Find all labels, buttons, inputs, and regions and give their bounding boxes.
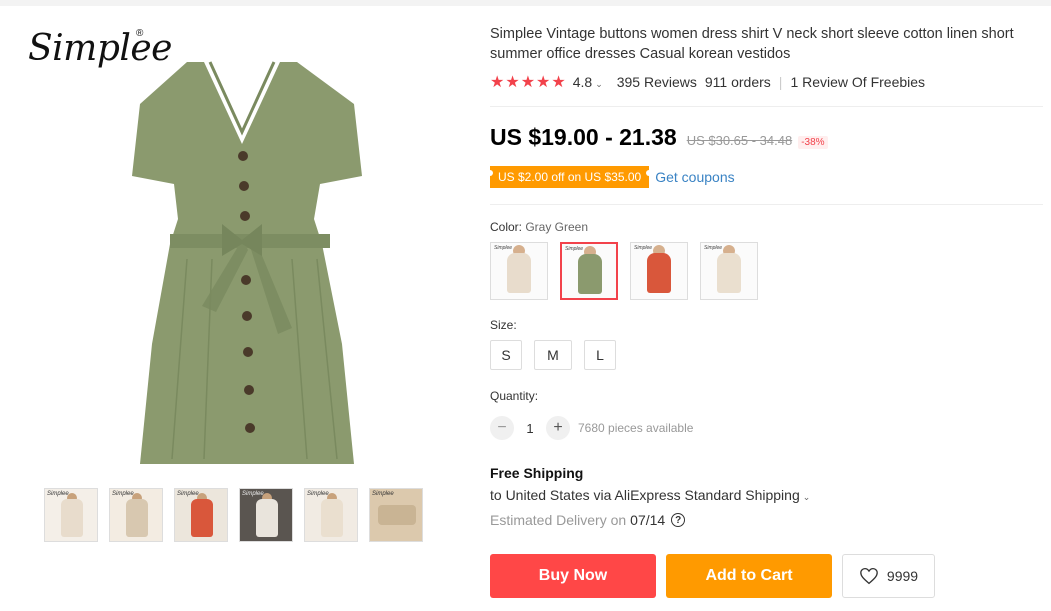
estimated-delivery: Estimated Delivery on 07/14 ? bbox=[490, 512, 686, 528]
thumbnail-strip: Simplee Simplee Simplee Simplee Simplee … bbox=[44, 488, 434, 544]
thumbnail-dress bbox=[191, 499, 213, 537]
swatch-logo: Simplee bbox=[704, 245, 723, 251]
action-buttons: Buy Now Add to Cart 9999 bbox=[490, 554, 935, 598]
swatch-dress bbox=[578, 254, 602, 294]
coupon-row: US $2.00 off on US $35.00 Get coupons bbox=[486, 166, 735, 188]
delivery-date: 07/14 bbox=[630, 512, 666, 528]
thumbnail[interactable]: Simplee bbox=[304, 488, 358, 542]
available-count: 7680 pieces available bbox=[578, 421, 694, 435]
thumbnail[interactable]: Simplee bbox=[44, 488, 98, 542]
star-icon: ★ bbox=[551, 74, 566, 91]
main-product-image[interactable] bbox=[92, 44, 392, 474]
discount-badge: -38% bbox=[798, 136, 828, 149]
swatch-logo: Simplee bbox=[494, 245, 513, 251]
quantity-label: Quantity: bbox=[490, 389, 539, 403]
color-label-text: Color: bbox=[490, 220, 526, 234]
price-row: US $19.00 - 21.38 US $30.65 - 34.48 -38% bbox=[490, 124, 828, 151]
question-circle-icon[interactable]: ? bbox=[671, 513, 686, 527]
rating-row: ★ ★ ★ ★ ★ 4.8 ⌄ 395 Reviews 911 orders | … bbox=[490, 72, 925, 92]
shipping-destination[interactable]: to United States via AliExpress Standard… bbox=[490, 487, 810, 503]
reviews-link[interactable]: 395 Reviews bbox=[617, 74, 697, 90]
thumbnail-dress bbox=[321, 499, 343, 537]
registered-mark: ® bbox=[136, 28, 144, 39]
chevron-down-icon: ⌄ bbox=[802, 492, 811, 502]
orders-count: 911 orders bbox=[704, 74, 771, 90]
star-rating: ★ ★ ★ ★ ★ bbox=[490, 72, 567, 92]
thumbnail[interactable]: Simplee bbox=[239, 488, 293, 542]
thumbnail-dress bbox=[61, 499, 83, 537]
rating-value[interactable]: 4.8 ⌄ bbox=[573, 74, 603, 90]
size-option-m[interactable]: M bbox=[534, 340, 572, 370]
get-coupons-link[interactable]: Get coupons bbox=[655, 169, 734, 185]
current-price: US $19.00 - 21.38 bbox=[490, 124, 677, 150]
star-icon: ★ bbox=[490, 74, 505, 91]
divider bbox=[490, 106, 1043, 107]
decrease-quantity-button[interactable]: − bbox=[490, 416, 514, 440]
top-border bbox=[0, 0, 1051, 6]
chevron-down-icon: ⌄ bbox=[595, 79, 603, 89]
thumbnail[interactable]: Simplee bbox=[109, 488, 163, 542]
divider bbox=[490, 204, 1043, 205]
quantity-stepper: − 1 + 7680 pieces available bbox=[490, 416, 693, 440]
wishlist-button[interactable]: 9999 bbox=[842, 554, 935, 598]
selected-color: Gray Green bbox=[525, 220, 589, 234]
thumbnail-logo: Simplee bbox=[177, 491, 199, 497]
size-option-s[interactable]: S bbox=[490, 340, 522, 370]
coupon-tag[interactable]: US $2.00 off on US $35.00 bbox=[486, 166, 653, 188]
size-option-l[interactable]: L bbox=[584, 340, 616, 370]
buy-now-button[interactable]: Buy Now bbox=[490, 554, 656, 598]
thumbnail-fabric bbox=[378, 505, 416, 525]
swatch-dress bbox=[507, 253, 531, 293]
wishlist-count: 9999 bbox=[886, 568, 919, 584]
freebies-link[interactable]: 1 Review Of Freebies bbox=[790, 74, 925, 90]
thumbnail-dress bbox=[256, 499, 278, 537]
swatch-dress bbox=[647, 253, 671, 293]
rating-number: 4.8 bbox=[572, 74, 593, 90]
star-icon: ★ bbox=[520, 74, 536, 91]
add-to-cart-button[interactable]: Add to Cart bbox=[666, 554, 832, 598]
size-options: S M L bbox=[490, 340, 628, 370]
product-title: Simplee Vintage buttons women dress shir… bbox=[490, 26, 1014, 62]
color-swatch[interactable]: Simplee bbox=[490, 242, 548, 300]
color-swatch-selected[interactable]: Simplee bbox=[560, 242, 618, 300]
thumbnail-logo: Simplee bbox=[307, 491, 329, 497]
delivery-label: Estimated Delivery on bbox=[490, 512, 627, 528]
divider: | bbox=[778, 74, 783, 90]
thumbnail-dress bbox=[126, 499, 148, 537]
thumbnail[interactable]: Simplee bbox=[369, 488, 423, 542]
product-gallery: Simplee ® bbox=[22, 22, 452, 464]
color-swatch[interactable]: Simplee bbox=[700, 242, 758, 300]
color-label: Color: Gray Green bbox=[490, 220, 588, 234]
star-icon: ★ bbox=[505, 74, 520, 91]
shipping-title: Free Shipping bbox=[490, 465, 584, 481]
thumbnail[interactable]: Simplee bbox=[174, 488, 228, 542]
size-label: Size: bbox=[490, 318, 517, 332]
swatch-dress bbox=[717, 253, 741, 293]
star-icon: ★ bbox=[536, 74, 551, 91]
shipping-destination-text: to United States via AliExpress Standard… bbox=[490, 487, 800, 503]
quantity-value[interactable]: 1 bbox=[514, 421, 546, 436]
heart-icon bbox=[860, 567, 878, 585]
increase-quantity-button[interactable]: + bbox=[546, 416, 570, 440]
thumbnail-logo: Simplee bbox=[372, 491, 394, 497]
thumbnail-logo: Simplee bbox=[47, 491, 69, 497]
swatch-logo: Simplee bbox=[634, 245, 653, 251]
color-swatch[interactable]: Simplee bbox=[630, 242, 688, 300]
thumbnail-logo: Simplee bbox=[112, 491, 134, 497]
original-price: US $30.65 - 34.48 bbox=[686, 133, 793, 148]
thumbnail-logo: Simplee bbox=[242, 491, 264, 497]
swatch-logo: Simplee bbox=[565, 246, 584, 252]
